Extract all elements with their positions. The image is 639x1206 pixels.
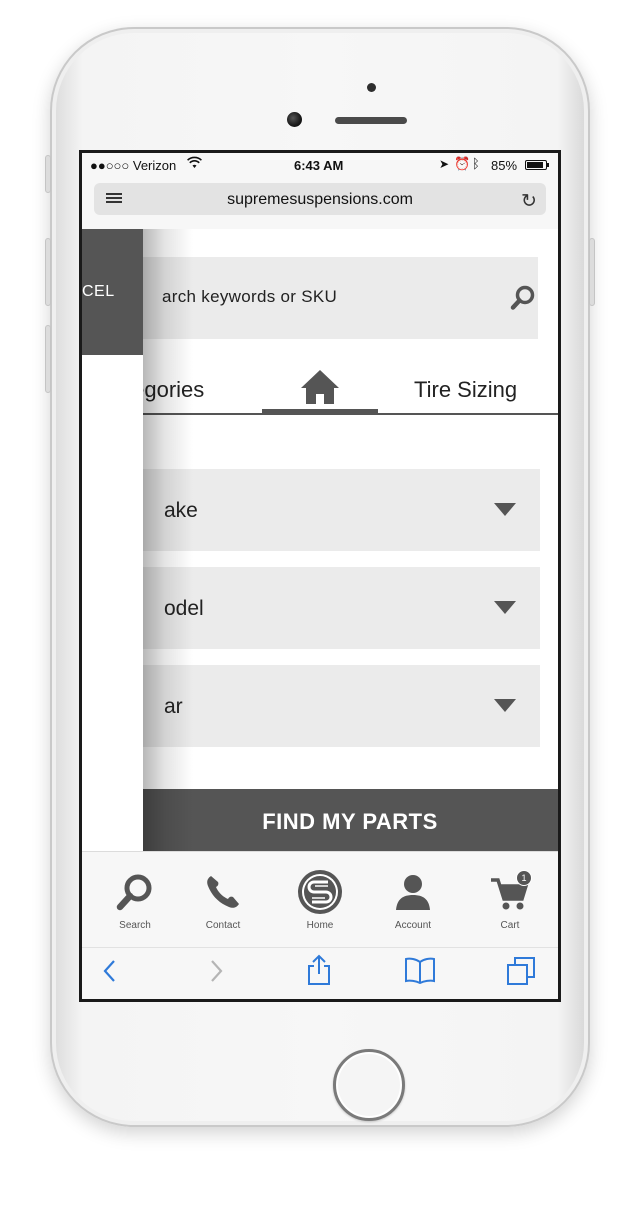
alarm-icon: ⏰ (454, 156, 471, 171)
phone-icon (188, 866, 258, 918)
logo-icon (285, 866, 355, 918)
nav-search[interactable]: Search (100, 866, 170, 931)
nav-cart-label: Cart (500, 920, 520, 931)
nav-home-label: Home (306, 920, 334, 931)
status-bar: ●●○○○ Verizon 6:43 AM ➤ ⏰ ᛒ 85% (82, 153, 558, 177)
nav-contact[interactable]: Contact (188, 866, 258, 931)
nav-cart[interactable]: 1 Cart (475, 866, 545, 931)
proximity-sensor (367, 83, 376, 92)
side-panel-shadow (143, 229, 193, 851)
cancel-label: CEL (82, 283, 115, 300)
cancel-button[interactable]: CEL (82, 229, 143, 355)
bookmarks-icon[interactable] (404, 956, 436, 989)
tab-home[interactable] (262, 369, 378, 411)
browser-url-area: supremesuspensions.com ↻ (82, 177, 558, 229)
chevron-down-icon (494, 503, 516, 516)
earpiece-speaker (335, 117, 407, 124)
nav-contact-label: Contact (205, 920, 241, 931)
front-camera (287, 112, 302, 127)
nav-account[interactable]: Account (378, 866, 448, 931)
carrier-label: ●●○○○ Verizon (90, 158, 177, 173)
url-text[interactable]: supremesuspensions.com (94, 191, 546, 209)
side-panel: CEL (82, 229, 143, 851)
home-icon (301, 370, 339, 404)
nav-home[interactable]: Home (285, 866, 355, 931)
clock: 6:43 AM (294, 158, 344, 173)
address-bar[interactable]: supremesuspensions.com ↻ (94, 183, 546, 215)
power-button (589, 238, 595, 306)
bluetooth-icon: ᛒ (472, 156, 480, 171)
back-icon[interactable] (100, 958, 120, 989)
nav-search-label: Search (119, 920, 151, 931)
battery-percent: 85% (491, 158, 518, 173)
forward-icon[interactable] (206, 958, 226, 989)
browser-toolbar (82, 947, 558, 999)
share-icon[interactable] (306, 954, 332, 991)
chevron-down-icon (494, 699, 516, 712)
tabs-icon[interactable] (506, 956, 536, 991)
tab-tire-sizing[interactable]: Tire Sizing (414, 377, 517, 403)
location-icon: ➤ (439, 157, 450, 171)
nav-account-label: Account (394, 920, 432, 931)
mute-switch (45, 155, 51, 193)
search-icon[interactable] (510, 285, 536, 316)
search-icon (100, 866, 170, 918)
battery-icon (525, 160, 549, 170)
cart-badge: 1 (516, 870, 532, 886)
volume-up-button (45, 238, 51, 306)
app-nav-bar: Search Contact Home Account 1 Cart (82, 851, 558, 948)
cart-icon: 1 (475, 866, 545, 918)
user-icon (378, 866, 448, 918)
home-button[interactable] (333, 1049, 405, 1121)
reload-icon[interactable]: ↻ (521, 190, 537, 213)
wifi-icon (187, 156, 202, 172)
volume-down-button (45, 325, 51, 393)
chevron-down-icon (494, 601, 516, 614)
phone-screen: ●●○○○ Verizon 6:43 AM ➤ ⏰ ᛒ 85% supremes… (79, 150, 561, 1002)
